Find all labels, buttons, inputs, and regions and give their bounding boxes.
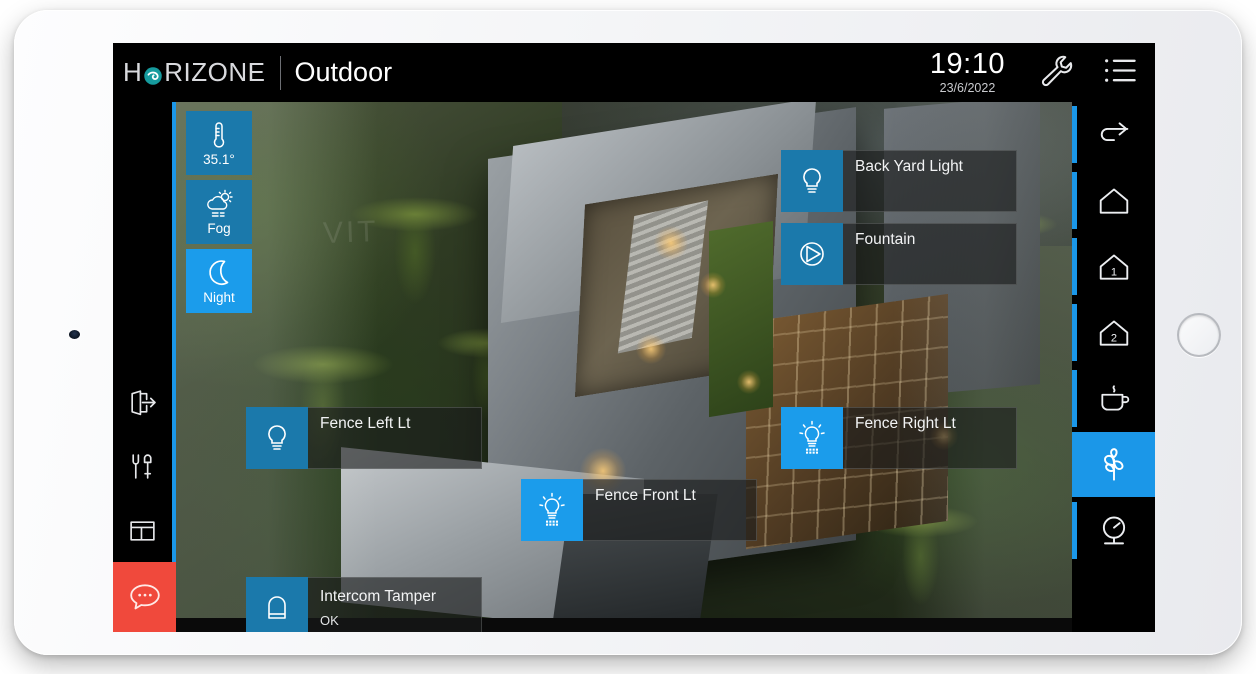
weather-value: Fog bbox=[207, 220, 231, 236]
daynight-value: Night bbox=[203, 289, 235, 305]
tablet-device-frame: H RIZONE Outdoor 19:10 23/6/2022 VIT 1 2… bbox=[14, 10, 1242, 655]
nav-accent-bar bbox=[1072, 436, 1077, 493]
layout-button[interactable] bbox=[113, 498, 172, 562]
wrench-icon[interactable] bbox=[1035, 51, 1073, 94]
nav-accent-bar bbox=[1072, 172, 1077, 229]
nav-ground-floor-button[interactable] bbox=[1072, 168, 1155, 233]
top-bar: H RIZONE Outdoor 19:10 23/6/2022 bbox=[113, 43, 1155, 102]
header-divider bbox=[279, 55, 281, 90]
device-card-fence-right-light[interactable]: Fence Right Lt bbox=[781, 407, 1017, 469]
nav-floor-2-button[interactable]: 2 bbox=[1072, 300, 1155, 365]
left-rail-accent-bar bbox=[172, 102, 176, 632]
scene-watermark: VIT bbox=[322, 214, 380, 250]
nav-accent-bar bbox=[1072, 304, 1077, 361]
nav-outdoor-button[interactable] bbox=[1072, 432, 1155, 497]
brand-logo-text-part2: RIZONE bbox=[164, 57, 266, 87]
light-bulb-on-icon bbox=[781, 407, 843, 469]
temperature-widget[interactable]: 35.1° bbox=[186, 111, 252, 175]
tablet-screen: H RIZONE Outdoor 19:10 23/6/2022 VIT 1 2… bbox=[113, 43, 1155, 632]
brand-logo[interactable]: H RIZONE bbox=[123, 57, 266, 88]
nav-meters-button[interactable] bbox=[1072, 498, 1155, 563]
left-sidebar bbox=[113, 102, 176, 632]
top-bar-right-group: 19:10 23/6/2022 bbox=[930, 50, 1155, 95]
main-content: VIT 1 2 35.1° Fog Night Back Yard Light … bbox=[113, 102, 1155, 632]
horizone-swirl-icon bbox=[143, 66, 163, 86]
thermometer-icon bbox=[209, 120, 229, 150]
device-title: Fence Front Lt bbox=[595, 487, 696, 504]
device-card-body: Intercom Tamper OK bbox=[308, 577, 482, 632]
device-card-body: Fountain bbox=[843, 223, 1017, 285]
temperature-value: 35.1° bbox=[203, 151, 235, 167]
weather-widget[interactable]: Fog bbox=[186, 180, 252, 244]
light-bulb-off-icon bbox=[781, 150, 843, 212]
light-bulb-on-icon bbox=[521, 479, 583, 541]
light-bulb-off-icon bbox=[246, 407, 308, 469]
device-title: Intercom Tamper bbox=[320, 588, 437, 606]
device-card-body: Fence Left Lt bbox=[308, 407, 482, 469]
svg-text:2: 2 bbox=[1110, 332, 1116, 344]
device-title: Back Yard Light bbox=[855, 158, 963, 175]
home-button[interactable] bbox=[1177, 313, 1221, 357]
nav-accent-bar bbox=[1072, 238, 1077, 295]
front-camera-icon bbox=[69, 330, 80, 339]
cloud-sun-fog-icon bbox=[202, 189, 236, 219]
clock-widget[interactable]: 19:10 23/6/2022 bbox=[930, 50, 1005, 95]
device-card-body: Back Yard Light bbox=[843, 150, 1017, 212]
nav-back-button[interactable] bbox=[1072, 102, 1155, 167]
moon-icon bbox=[205, 258, 233, 288]
nav-floor-1-button[interactable]: 1 bbox=[1072, 234, 1155, 299]
device-title: Fence Left Lt bbox=[320, 415, 411, 432]
right-navigation: 1 2 bbox=[1072, 102, 1155, 632]
brand-logo-text-part1: H bbox=[123, 57, 143, 87]
list-menu-icon[interactable] bbox=[1103, 57, 1137, 89]
nav-accent-bar bbox=[1072, 370, 1077, 427]
device-card-fence-left-light[interactable]: Fence Left Lt bbox=[246, 407, 482, 469]
nav-accent-bar bbox=[1072, 106, 1077, 163]
device-card-intercom-tamper[interactable]: Intercom Tamper OK bbox=[246, 577, 482, 632]
tamper-sensor-icon bbox=[246, 577, 308, 632]
pump-circle-icon bbox=[781, 223, 843, 285]
clock-time: 19:10 bbox=[929, 48, 1005, 81]
clock-date: 23/6/2022 bbox=[939, 81, 996, 96]
device-title: Fountain bbox=[855, 231, 916, 248]
device-card-fountain[interactable]: Fountain bbox=[781, 223, 1017, 285]
device-title: Fence Right Lt bbox=[855, 415, 956, 432]
nav-accent-bar bbox=[1072, 502, 1077, 559]
device-card-fence-front-light[interactable]: Fence Front Lt bbox=[521, 479, 757, 541]
logout-button[interactable] bbox=[113, 370, 172, 434]
device-card-back-yard-light[interactable]: Back Yard Light bbox=[781, 150, 1017, 212]
daynight-widget[interactable]: Night bbox=[186, 249, 252, 313]
messages-button[interactable] bbox=[113, 562, 176, 632]
page-title: Outdoor bbox=[294, 57, 393, 87]
device-card-body: Fence Front Lt bbox=[583, 479, 757, 541]
tools-button[interactable] bbox=[113, 434, 172, 498]
device-card-body: Fence Right Lt bbox=[843, 407, 1017, 469]
status-badge: OK bbox=[320, 612, 339, 628]
svg-text:1: 1 bbox=[1110, 266, 1116, 278]
nav-kitchen-button[interactable] bbox=[1072, 366, 1155, 431]
